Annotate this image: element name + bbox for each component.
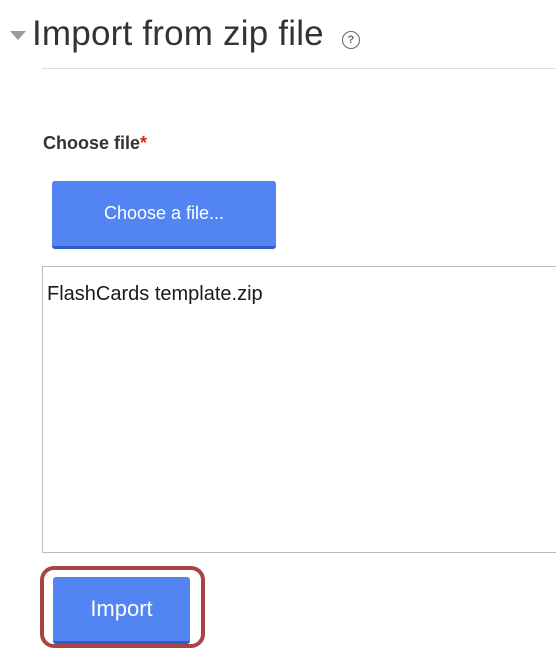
- import-button[interactable]: Import: [53, 577, 190, 644]
- file-drop-area[interactable]: FlashCards template.zip: [42, 266, 556, 553]
- required-marker: *: [140, 133, 148, 153]
- file-list-item[interactable]: FlashCards template.zip: [47, 283, 556, 306]
- choose-file-label: Choose file*: [43, 133, 147, 154]
- section-divider: [42, 68, 556, 69]
- help-icon[interactable]: ?: [341, 31, 360, 49]
- section-title: Import from zip file: [32, 14, 324, 53]
- choose-file-button[interactable]: Choose a file...: [52, 181, 276, 249]
- section-header[interactable]: Import from zip file ?: [10, 14, 360, 54]
- field-label-text: Choose file: [43, 133, 141, 153]
- triangle-down-icon[interactable]: [10, 30, 26, 40]
